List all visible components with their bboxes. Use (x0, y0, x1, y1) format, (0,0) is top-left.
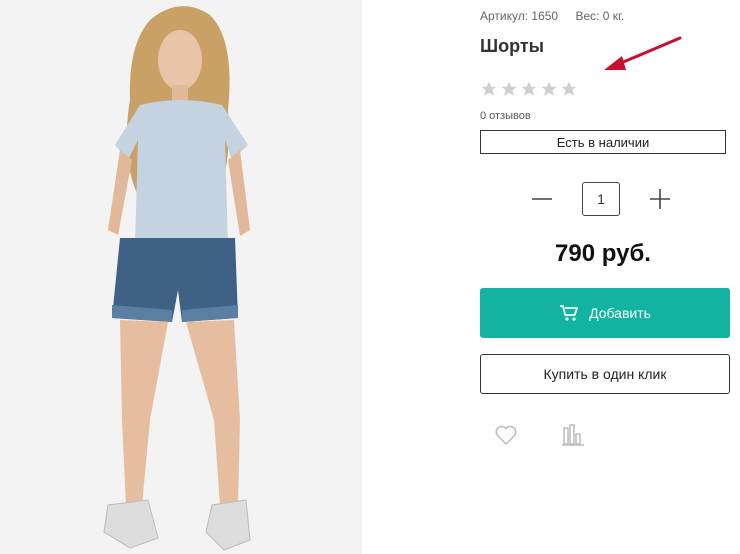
product-title: Шорты (480, 36, 545, 56)
increase-button[interactable] (648, 187, 672, 211)
quantity-input[interactable] (582, 182, 620, 216)
stock-label: Есть в наличии (556, 134, 650, 150)
arrow-annotation (604, 36, 682, 70)
reviews-count[interactable]: 0 отзывов (480, 110, 531, 122)
star-icon[interactable] (560, 80, 578, 98)
star-icon[interactable] (500, 80, 518, 98)
star-icon[interactable] (520, 80, 538, 98)
weight-label: Вес: 0 кг. (575, 9, 625, 23)
stock-status: Есть в наличии (480, 130, 726, 154)
rating-stars[interactable] (480, 80, 578, 98)
star-icon[interactable] (480, 80, 498, 98)
add-to-cart-button[interactable]: Добавить (480, 288, 730, 338)
product-meta: Артикул: 1650 Вес: 0 кг. (480, 9, 638, 23)
sku-label: Артикул: 1650 (480, 9, 559, 23)
buy-one-click-label: Купить в один клик (543, 366, 667, 382)
decrease-button[interactable] (530, 187, 554, 211)
model-image (0, 0, 362, 554)
buy-one-click-button[interactable]: Купить в один клик (480, 354, 730, 394)
minus-icon (532, 198, 552, 200)
star-icon[interactable] (540, 80, 558, 98)
product-photo[interactable] (0, 0, 362, 554)
compare-icon[interactable] (562, 424, 584, 446)
heart-icon[interactable] (494, 424, 518, 446)
plus-icon (650, 189, 670, 209)
cart-icon (560, 305, 578, 321)
quantity-stepper (530, 182, 672, 216)
add-to-cart-label: Добавить (589, 305, 651, 321)
price: 790 руб. (555, 240, 651, 267)
